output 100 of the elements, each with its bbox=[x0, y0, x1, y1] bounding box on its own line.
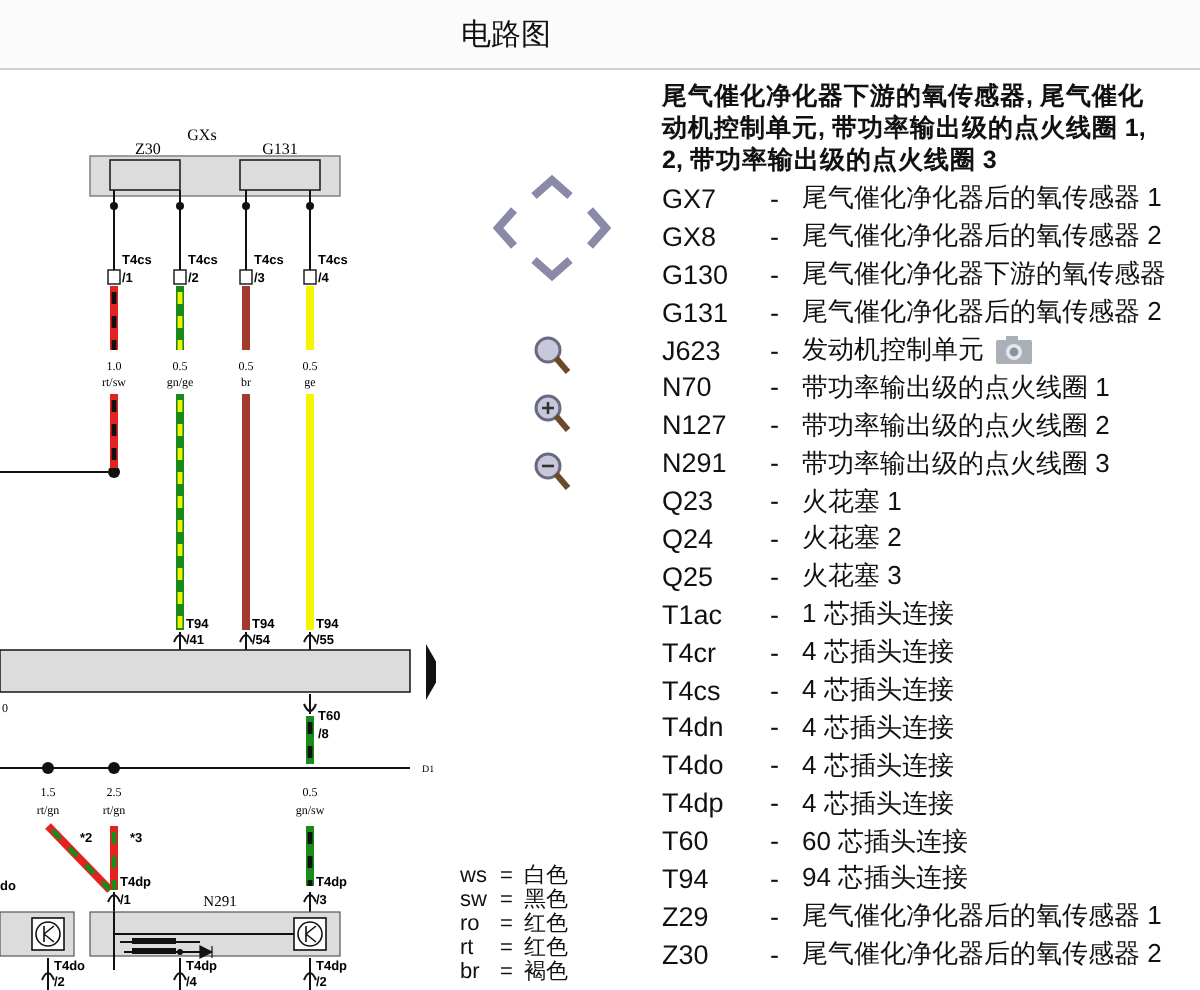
lead-line bbox=[179, 189, 181, 271]
separator-dash: - bbox=[770, 788, 781, 819]
lead-line bbox=[309, 189, 311, 271]
lead-line bbox=[245, 189, 247, 271]
separator-dash: - bbox=[770, 826, 781, 857]
camera-icon[interactable] bbox=[996, 336, 1032, 364]
component-code: T4cr bbox=[662, 637, 718, 668]
component-description: 尾气催化净化器后的氧传感器 1 bbox=[802, 898, 1162, 935]
separator-dash: - bbox=[770, 750, 781, 781]
component-description: 4 芯插头连接 bbox=[802, 785, 954, 822]
part-outline bbox=[109, 159, 181, 191]
component-code: T4do bbox=[662, 750, 726, 781]
junction-dot bbox=[42, 762, 54, 774]
zoom-fit-button[interactable] bbox=[532, 334, 572, 378]
chevron-right-icon bbox=[587, 207, 612, 249]
component-description: 发动机控制单元 bbox=[802, 332, 984, 368]
separator-dash: - bbox=[770, 183, 781, 214]
component-code: GX7 bbox=[662, 183, 719, 214]
separator-dash: - bbox=[770, 221, 781, 252]
connector-pin bbox=[107, 269, 121, 285]
connector-symbol bbox=[303, 631, 317, 651]
ground-line bbox=[0, 471, 109, 473]
component-code: T4dp bbox=[662, 788, 726, 819]
legend-heading: 尾气催化净化器下游的氧传感器, 尾气催化 bbox=[662, 80, 1146, 112]
component-code: G130 bbox=[662, 259, 731, 290]
color-code-equals: = bbox=[500, 936, 515, 960]
color-name: 白色 bbox=[524, 864, 568, 888]
component-description: 尾气催化净化器后的氧传感器 2 bbox=[802, 294, 1162, 331]
legend-heading: 2, 带功率输出级的点火线圈 3 bbox=[662, 144, 999, 176]
color-code-equals: = bbox=[500, 864, 515, 888]
component-code: N291 bbox=[662, 448, 729, 479]
separator-dash: - bbox=[770, 335, 781, 365]
color-code: br bbox=[460, 960, 482, 984]
separator-dash: - bbox=[770, 297, 781, 328]
connector-pin bbox=[239, 269, 253, 285]
color-code-equals: = bbox=[500, 960, 515, 984]
separator-dash: - bbox=[770, 901, 781, 932]
separator-dash: - bbox=[770, 712, 781, 743]
component-code: T94 bbox=[662, 863, 711, 894]
connector-symbol bbox=[303, 891, 317, 913]
separator-dash: - bbox=[770, 637, 781, 668]
component-description: 4 芯插头连接 bbox=[802, 747, 954, 784]
junction-dot bbox=[108, 762, 120, 774]
component-description: 1 芯插头连接 bbox=[802, 596, 954, 633]
part-outline bbox=[239, 159, 321, 191]
connector-symbol bbox=[303, 957, 317, 990]
component-code: Q24 bbox=[662, 523, 716, 554]
component-code: T1ac bbox=[662, 599, 725, 630]
color-name: 红色 bbox=[524, 936, 568, 960]
color-code-equals: = bbox=[500, 888, 515, 912]
color-name: 褐色 bbox=[524, 960, 568, 984]
component-code: GX8 bbox=[662, 221, 719, 252]
component-description: 带功率输出级的点火线圈 3 bbox=[802, 445, 1110, 482]
component-description: 尾气催化净化器后的氧传感器 1 bbox=[802, 180, 1162, 217]
component-code: Z30 bbox=[662, 939, 711, 970]
part-label: Z30 bbox=[135, 140, 161, 158]
pan-down-button[interactable] bbox=[530, 254, 574, 282]
magnifier-icon bbox=[532, 334, 572, 378]
wire-stripe bbox=[307, 832, 313, 886]
zoom-out-button[interactable] bbox=[532, 450, 572, 494]
component-description: 带功率输出级的点火线圈 1 bbox=[802, 369, 1110, 406]
color-code: ro bbox=[460, 912, 482, 936]
component-description: 4 芯插头连接 bbox=[802, 634, 954, 671]
color-code-equals: = bbox=[500, 912, 515, 936]
lead-line bbox=[113, 189, 115, 271]
wire-stripe bbox=[111, 400, 117, 460]
part-label: G131 bbox=[262, 140, 298, 158]
connector-pin bbox=[303, 269, 317, 285]
separator-dash: - bbox=[770, 448, 781, 479]
chevron-up-icon bbox=[531, 174, 573, 199]
component-description: 尾气催化净化器后的氧传感器 2 bbox=[802, 218, 1162, 255]
separator-dash: - bbox=[770, 372, 781, 403]
color-code: rt bbox=[460, 936, 476, 960]
pan-left-button[interactable] bbox=[492, 206, 520, 250]
pan-up-button[interactable] bbox=[530, 174, 574, 202]
color-name: 红色 bbox=[524, 912, 568, 936]
component-description: 94 芯插头连接 bbox=[802, 860, 969, 897]
component-code: T4dn bbox=[662, 712, 726, 743]
window-title: 电路图 bbox=[461, 15, 551, 53]
component-description: 4 芯插头连接 bbox=[802, 709, 954, 746]
component-code: T60 bbox=[662, 826, 711, 857]
junction-dot bbox=[110, 202, 118, 210]
component-code: Q23 bbox=[662, 486, 716, 517]
continue-arrow[interactable] bbox=[426, 644, 436, 700]
separator-dash: - bbox=[770, 675, 781, 706]
color-code: sw bbox=[460, 888, 489, 912]
component-code: J623 bbox=[662, 335, 723, 365]
color-name: 黑色 bbox=[524, 888, 568, 912]
separator-dash: - bbox=[770, 561, 781, 592]
chevron-left-icon bbox=[492, 207, 517, 249]
separator-dash: - bbox=[770, 939, 781, 970]
pan-right-button[interactable] bbox=[584, 206, 612, 250]
separator-dash: - bbox=[770, 523, 781, 554]
connector-symbol bbox=[173, 957, 187, 990]
zoom-in-button[interactable] bbox=[532, 392, 572, 436]
component-description: 火花塞 2 bbox=[802, 520, 902, 557]
chevron-down-icon bbox=[531, 257, 573, 282]
zoom-out-icon bbox=[532, 450, 572, 494]
component-description: 60 芯插头连接 bbox=[802, 823, 969, 860]
junction-dot bbox=[242, 202, 250, 210]
